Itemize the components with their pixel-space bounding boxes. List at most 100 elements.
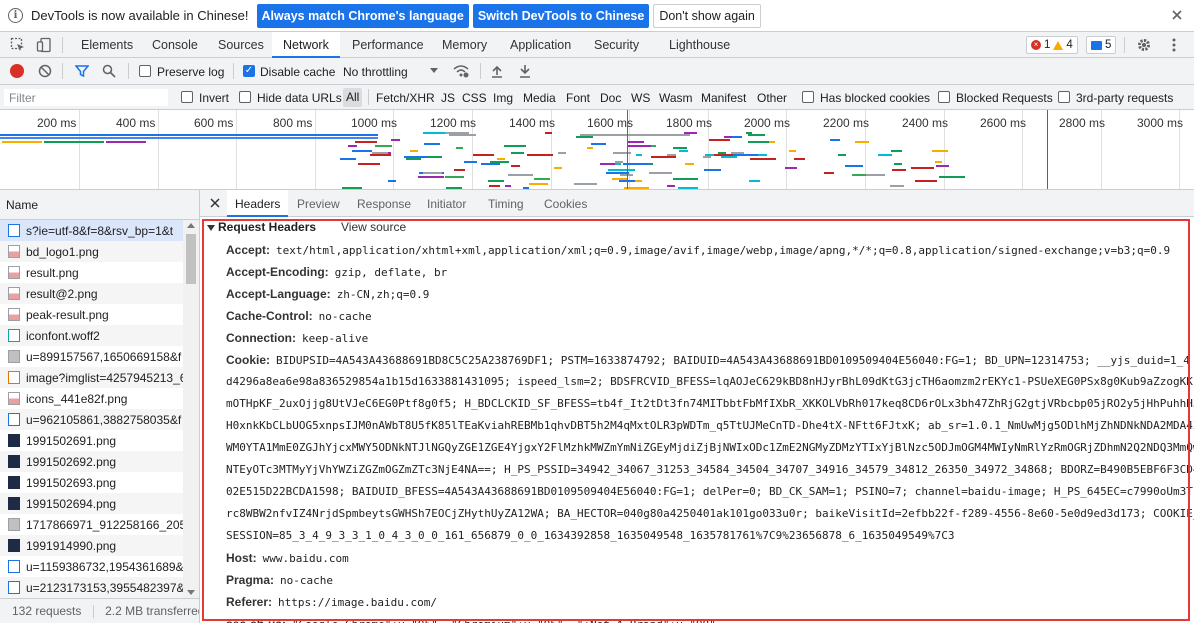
filter-input[interactable]: Filter bbox=[3, 88, 169, 107]
request-row[interactable]: 1991502692.png bbox=[0, 451, 183, 472]
waterfall-bar bbox=[935, 161, 942, 163]
type-filter-js[interactable]: JS bbox=[441, 91, 455, 105]
type-filter-fetch-xhr[interactable]: Fetch/XHR bbox=[376, 91, 435, 105]
close-detail-icon[interactable] bbox=[209, 197, 221, 212]
request-row[interactable]: iconfont.woff2 bbox=[0, 325, 183, 346]
record-icon[interactable] bbox=[10, 64, 24, 78]
type-filter-wasm[interactable]: Wasm bbox=[659, 91, 693, 105]
waterfall-bar bbox=[370, 154, 391, 156]
network-conditions-wifi-icon[interactable] bbox=[452, 63, 470, 82]
type-filter-all[interactable]: All bbox=[343, 88, 363, 107]
hide-data-urls-checkbox[interactable] bbox=[239, 91, 251, 103]
request-name: result@2.png bbox=[26, 286, 98, 301]
tab-initiator[interactable]: Initiator bbox=[427, 190, 466, 217]
waterfall-bar bbox=[410, 150, 418, 152]
settings-gear-icon[interactable] bbox=[1136, 37, 1152, 56]
waterfall-bar bbox=[673, 178, 698, 180]
waterfall-bar bbox=[703, 156, 711, 158]
switch-to-chinese-button[interactable]: Switch DevTools to Chinese bbox=[472, 3, 650, 28]
waterfall-bar bbox=[608, 169, 635, 171]
tab-security[interactable]: Security bbox=[594, 32, 639, 58]
waterfall-bar bbox=[348, 145, 357, 147]
throttling-select[interactable]: No throttling bbox=[343, 65, 408, 79]
request-row[interactable]: icons_441e82f.png bbox=[0, 388, 183, 409]
waterfall-bar bbox=[375, 145, 392, 147]
timeline-tick-label: 800 ms bbox=[273, 116, 313, 130]
request-row[interactable]: bd_logo1.png bbox=[0, 241, 183, 262]
request-list-scrollbar[interactable] bbox=[183, 220, 199, 598]
tab-memory[interactable]: Memory bbox=[442, 32, 487, 58]
third-party-checkbox[interactable] bbox=[1058, 91, 1070, 103]
inspect-element-icon[interactable] bbox=[10, 37, 26, 56]
request-row[interactable]: u=1159386732,1954361689& bbox=[0, 556, 183, 577]
waterfall-bar bbox=[545, 132, 552, 134]
waterfall-bar bbox=[464, 161, 477, 163]
tab-application[interactable]: Application bbox=[510, 32, 571, 58]
export-har-icon[interactable] bbox=[518, 64, 532, 81]
request-row[interactable]: 1717866971_912258166_2054 bbox=[0, 514, 183, 535]
request-row[interactable]: u=962105861,3882758035&f bbox=[0, 409, 183, 430]
request-row[interactable]: image?imglist=4257945213_6 bbox=[0, 367, 183, 388]
type-filter-media[interactable]: Media bbox=[523, 91, 556, 105]
tab-preview[interactable]: Preview bbox=[297, 190, 340, 217]
request-row[interactable]: u=2123173153,3955482397& bbox=[0, 577, 183, 598]
blocked-requests-checkbox[interactable] bbox=[938, 91, 950, 103]
close-infobar-icon[interactable] bbox=[1170, 8, 1184, 22]
request-row[interactable]: 1991914990.png bbox=[0, 535, 183, 556]
type-filter-manifest[interactable]: Manifest bbox=[701, 91, 746, 105]
request-row[interactable]: 1991502691.png bbox=[0, 430, 183, 451]
error-count: 1 bbox=[1044, 39, 1051, 51]
tab-response[interactable]: Response bbox=[357, 190, 411, 217]
timeline-tick-label: 2400 ms bbox=[902, 116, 949, 130]
tab-lighthouse[interactable]: Lighthouse bbox=[669, 32, 730, 58]
tab-performance[interactable]: Performance bbox=[352, 32, 424, 58]
type-filter-doc[interactable]: Doc bbox=[600, 91, 621, 105]
clear-icon[interactable] bbox=[38, 64, 52, 81]
tab-cookies[interactable]: Cookies bbox=[544, 190, 587, 217]
search-icon[interactable] bbox=[102, 64, 116, 81]
tab-elements[interactable]: Elements bbox=[81, 32, 133, 58]
file-type-icon bbox=[8, 266, 20, 279]
request-row[interactable]: 1991502694.png bbox=[0, 493, 183, 514]
tab-timing[interactable]: Timing bbox=[488, 190, 524, 217]
tab-console[interactable]: Console bbox=[152, 32, 198, 58]
timeline-overview[interactable]: 200 ms 400 ms 600 ms 800 ms 1000 ms 1200 ms 14… bbox=[0, 110, 1194, 190]
type-filter-font[interactable]: Font bbox=[566, 91, 590, 105]
import-har-icon[interactable] bbox=[490, 64, 504, 81]
preserve-log-checkbox[interactable] bbox=[139, 65, 151, 77]
waterfall-bar bbox=[591, 143, 606, 145]
waterfall-bar bbox=[497, 158, 505, 160]
always-match-language-button[interactable]: Always match Chrome's language bbox=[256, 3, 469, 28]
request-row[interactable]: result.png bbox=[0, 262, 183, 283]
waterfall-bar bbox=[628, 145, 651, 147]
request-row[interactable]: s?ie=utf-8&f=8&rsv_bp=1&t bbox=[0, 220, 183, 241]
waterfall-bar bbox=[748, 134, 765, 136]
disable-cache-checkbox[interactable]: ✓ bbox=[243, 65, 255, 77]
request-row[interactable]: result@2.png bbox=[0, 283, 183, 304]
type-filter-ws[interactable]: WS bbox=[631, 91, 650, 105]
type-filter-img[interactable]: Img bbox=[493, 91, 513, 105]
type-filter-css[interactable]: CSS bbox=[462, 91, 487, 105]
waterfall-bar bbox=[845, 165, 863, 167]
error-icon: × bbox=[1031, 40, 1041, 50]
invert-checkbox[interactable] bbox=[181, 91, 193, 103]
more-options-icon[interactable] bbox=[1166, 37, 1182, 56]
messages-counter[interactable]: 5 bbox=[1086, 36, 1117, 54]
timeline-tick-label: 3000 ms bbox=[1137, 116, 1184, 130]
has-blocked-cookies-checkbox[interactable] bbox=[802, 91, 814, 103]
waterfall-bar bbox=[445, 176, 464, 178]
tab-network[interactable]: Network bbox=[272, 32, 340, 58]
throttling-dropdown-icon[interactable] bbox=[430, 68, 438, 73]
name-column-header[interactable]: Name bbox=[0, 190, 199, 220]
device-toolbar-icon[interactable] bbox=[36, 37, 52, 56]
request-row[interactable]: peak-result.png bbox=[0, 304, 183, 325]
file-type-icon bbox=[8, 308, 20, 321]
filter-funnel-icon[interactable] bbox=[74, 64, 90, 81]
request-row[interactable]: u=899157567,1650669158&f bbox=[0, 346, 183, 367]
tab-sources[interactable]: Sources bbox=[218, 32, 264, 58]
issues-counter[interactable]: × 1 4 bbox=[1026, 36, 1078, 54]
tab-headers[interactable]: Headers bbox=[227, 190, 289, 217]
type-filter-other[interactable]: Other bbox=[757, 91, 787, 105]
dont-show-again-button[interactable]: Don't show again bbox=[653, 3, 761, 28]
request-row[interactable]: 1991502693.png bbox=[0, 472, 183, 493]
